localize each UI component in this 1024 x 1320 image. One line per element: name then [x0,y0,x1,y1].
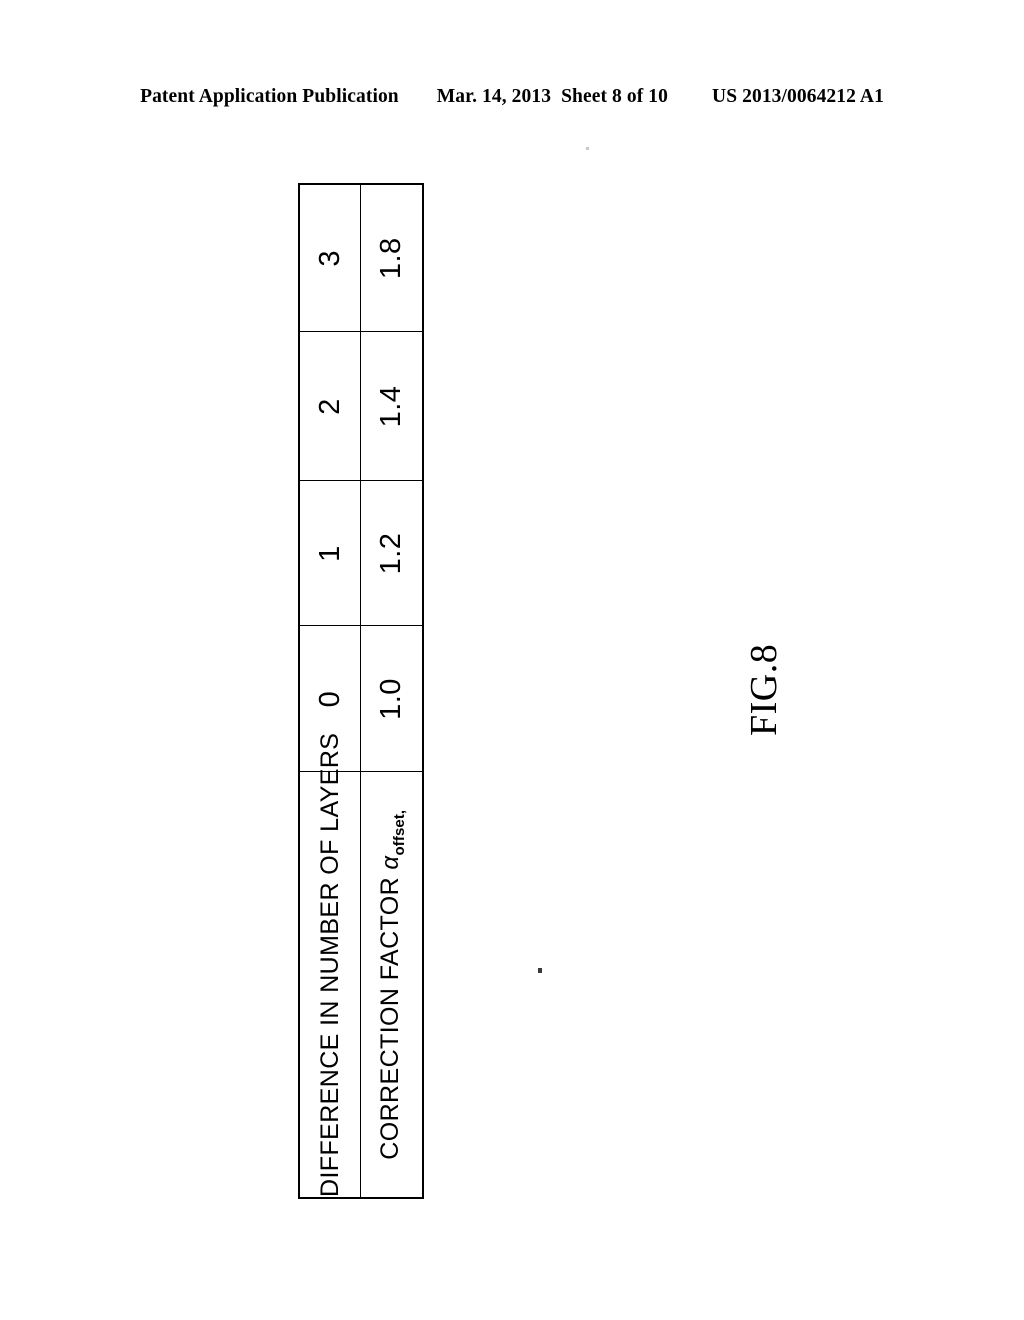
table-cell-difference-3: 3 [299,184,361,332]
table-cell-correction-3: 1.8 [360,184,423,332]
figure-table-rotation-wrapper: DIFFERENCE IN NUMBER OF LAYERS 0 1 2 3 C… [298,183,424,1199]
alpha-symbol-subscript: offset, [390,809,408,856]
row-header-label-text: DIFFERENCE IN NUMBER OF LAYERS [315,732,344,1197]
row-header-difference-in-number-of-layers: DIFFERENCE IN NUMBER OF LAYERS [299,733,361,1198]
figure-8-area: DIFFERENCE IN NUMBER OF LAYERS 0 1 2 3 C… [0,0,1024,1320]
row-header-correction-factor: CORRECTION FACTOR αoffset, [360,772,423,1198]
table-cell-difference-2: 2 [299,332,361,481]
row-header-label-text: CORRECTION FACTOR [375,876,404,1160]
scan-artifact-dot [586,147,589,150]
table-cell-correction-0: 1.0 [360,626,423,772]
figure-caption: FIG.8 [743,643,785,736]
correction-factor-table: DIFFERENCE IN NUMBER OF LAYERS 0 1 2 3 C… [298,183,424,1199]
alpha-offset-symbol: αoffset, [376,809,408,870]
alpha-symbol-base: α [376,855,404,870]
table-cell-correction-2: 1.4 [360,332,423,481]
figure-table-rotation-inner: DIFFERENCE IN NUMBER OF LAYERS 0 1 2 3 C… [298,183,424,1199]
table-cell-correction-1: 1.2 [360,481,423,626]
table-cell-difference-1: 1 [299,481,361,626]
scan-artifact-dot [538,968,542,973]
table-row: CORRECTION FACTOR αoffset, 1.0 1.2 1.4 1… [360,184,423,1198]
table-row: DIFFERENCE IN NUMBER OF LAYERS 0 1 2 3 [299,184,361,1198]
